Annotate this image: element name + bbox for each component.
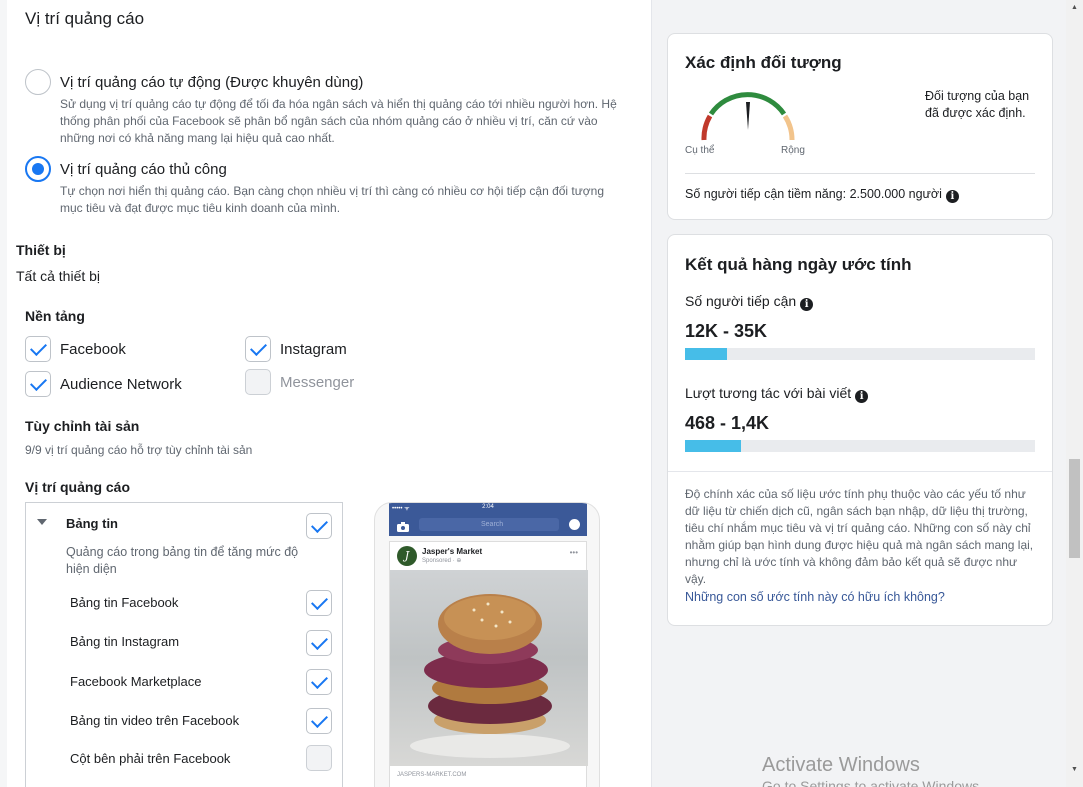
audience-gauge bbox=[698, 88, 798, 144]
placements-list-box: Bảng tin Quảng cáo trong bảng tin để tăn… bbox=[25, 502, 343, 787]
platform-messenger-checkbox[interactable] bbox=[245, 369, 271, 395]
auto-placement-title[interactable]: Vị trí quảng cáo tự động (Được khuyên dù… bbox=[60, 74, 363, 91]
preview-header-bar: ••••• ᯤ 2:04 Search bbox=[389, 503, 587, 536]
estimates-divider bbox=[668, 471, 1052, 472]
reach-label-text: Số người tiếp cận bbox=[685, 293, 797, 309]
preview-url: JASPERS-MARKET.COM bbox=[397, 772, 467, 778]
devices-value[interactable]: Tất cả thiết bị bbox=[16, 268, 100, 284]
platform-audience-network-label: Audience Network bbox=[60, 376, 182, 393]
auto-placement-radio[interactable] bbox=[25, 69, 51, 95]
audience-card-title: Xác định đối tượng bbox=[685, 53, 842, 72]
preview-post-card: J Jasper's Market Sponsored · ⊕ ••• JASP… bbox=[389, 541, 588, 787]
placement-facebook-feed-label: Bảng tin Facebook bbox=[70, 595, 179, 610]
engagement-bar bbox=[685, 440, 1035, 452]
estimated-results-card: Kết quả hàng ngày ước tính Số người tiếp… bbox=[667, 234, 1053, 626]
placement-video-feeds-checkbox[interactable] bbox=[306, 708, 332, 734]
caret-down-icon[interactable] bbox=[37, 519, 47, 525]
asset-customization-label: Tùy chỉnh tài sản bbox=[25, 418, 140, 434]
gauge-right-label: Rộng bbox=[781, 145, 805, 156]
reach-bar-fill bbox=[685, 348, 727, 360]
devices-label: Thiết bị bbox=[16, 242, 66, 258]
placement-instagram-feed-label: Bảng tin Instagram bbox=[70, 634, 180, 649]
audience-divider bbox=[685, 173, 1035, 174]
reach-value: 12K - 35K bbox=[685, 321, 768, 341]
ad-preview-phone: ••••• ᯤ 2:04 Search J Jasper's Market Sp… bbox=[374, 502, 600, 787]
more-options-icon: ••• bbox=[569, 548, 578, 557]
placement-section-title: Vị trí quảng cáo bbox=[25, 9, 145, 28]
preview-time: 2:04 bbox=[482, 504, 494, 510]
potential-reach: Số người tiếp cận tiềm năng: 2.500.000 n… bbox=[685, 187, 959, 203]
placement-instagram-feed-checkbox[interactable] bbox=[306, 630, 332, 656]
platform-messenger-label: Messenger bbox=[280, 374, 355, 391]
feeds-group-desc: Quảng cáo trong bảng tin để tăng mức độ … bbox=[66, 545, 299, 576]
placement-video-feeds-label: Bảng tin video trên Facebook bbox=[70, 713, 240, 728]
engagement-label: Lượt tương tác với bài viết i bbox=[685, 385, 869, 403]
platform-instagram-label: Instagram bbox=[280, 341, 347, 358]
auto-placement-description: Sử dụng vị trí quảng cáo tự động để tối … bbox=[60, 97, 617, 145]
manual-placement-description: Tự chọn nơi hiển thị quảng cáo. Bạn càng… bbox=[60, 184, 605, 215]
scrollbar-track[interactable] bbox=[1066, 0, 1083, 787]
gauge-left-label: Cụ thể bbox=[685, 145, 715, 156]
feeds-group-checkbox[interactable] bbox=[306, 513, 332, 539]
estimates-feedback-link[interactable]: Những con số ước tính này có hữu ích khô… bbox=[685, 590, 945, 604]
platform-facebook-label: Facebook bbox=[60, 341, 126, 358]
left-edge bbox=[0, 0, 7, 787]
placement-facebook-feed-checkbox[interactable] bbox=[306, 590, 332, 616]
potential-reach-text: Số người tiếp cận tiềm năng: 2.500.000 n… bbox=[685, 187, 942, 201]
manual-placement-title[interactable]: Vị trí quảng cáo thủ công bbox=[60, 161, 227, 178]
reach-bar bbox=[685, 348, 1035, 360]
engagement-bar-fill bbox=[685, 440, 741, 452]
platform-instagram-checkbox[interactable] bbox=[245, 336, 271, 362]
info-icon[interactable]: i bbox=[800, 298, 814, 311]
scroll-down-arrow-icon[interactable]: ▼ bbox=[1069, 766, 1080, 773]
platforms-label: Nền tảng bbox=[25, 308, 85, 324]
audience-status: Đối tượng của bạn đã được xác định. bbox=[925, 89, 1030, 120]
brand-logo: J bbox=[397, 546, 417, 566]
estimates-card-title: Kết quả hàng ngày ước tính bbox=[685, 255, 912, 274]
placement-marketplace-label: Facebook Marketplace bbox=[70, 674, 202, 689]
placement-marketplace-checkbox[interactable] bbox=[306, 669, 332, 695]
sponsored-label: Sponsored · ⊕ bbox=[422, 558, 462, 564]
estimates-disclaimer: Độ chính xác của số liệu ước tính phụ th… bbox=[685, 487, 1034, 586]
scrollbar-thumb[interactable] bbox=[1069, 459, 1080, 558]
burger-image bbox=[390, 570, 588, 766]
platform-facebook-checkbox[interactable] bbox=[25, 336, 51, 362]
preview-search-bar: Search bbox=[419, 518, 559, 531]
info-icon[interactable]: i bbox=[945, 190, 959, 203]
feeds-group-title: Bảng tin bbox=[66, 516, 118, 531]
brand-name: Jasper's Market bbox=[422, 547, 483, 556]
scroll-up-arrow-icon[interactable]: ▲ bbox=[1069, 4, 1080, 11]
engagement-value: 468 - 1,4K bbox=[685, 413, 770, 433]
placement-right-column-checkbox[interactable] bbox=[306, 745, 332, 771]
info-icon[interactable]: i bbox=[855, 390, 869, 403]
engagement-label-text: Lượt tương tác với bài viết bbox=[685, 385, 852, 401]
messenger-icon bbox=[569, 519, 580, 530]
audience-definition-card: Xác định đối tượng Cụ thể Rộng Đối tượng… bbox=[667, 33, 1053, 220]
asset-customization-desc: 9/9 vị trí quảng cáo hỗ trợ tùy chỉnh tà… bbox=[25, 443, 253, 457]
reach-label: Số người tiếp cận i bbox=[685, 293, 814, 311]
placement-right-column-label: Cột bên phải trên Facebook bbox=[70, 751, 231, 766]
camera-icon bbox=[397, 519, 409, 532]
placements-list-label: Vị trí quảng cáo bbox=[25, 479, 131, 495]
manual-placement-radio[interactable] bbox=[25, 156, 51, 182]
platform-audience-network-checkbox[interactable] bbox=[25, 371, 51, 397]
activate-windows-subtitle: Go to Settings to activate Windows. bbox=[762, 778, 983, 787]
activate-windows-title: Activate Windows bbox=[762, 754, 920, 776]
